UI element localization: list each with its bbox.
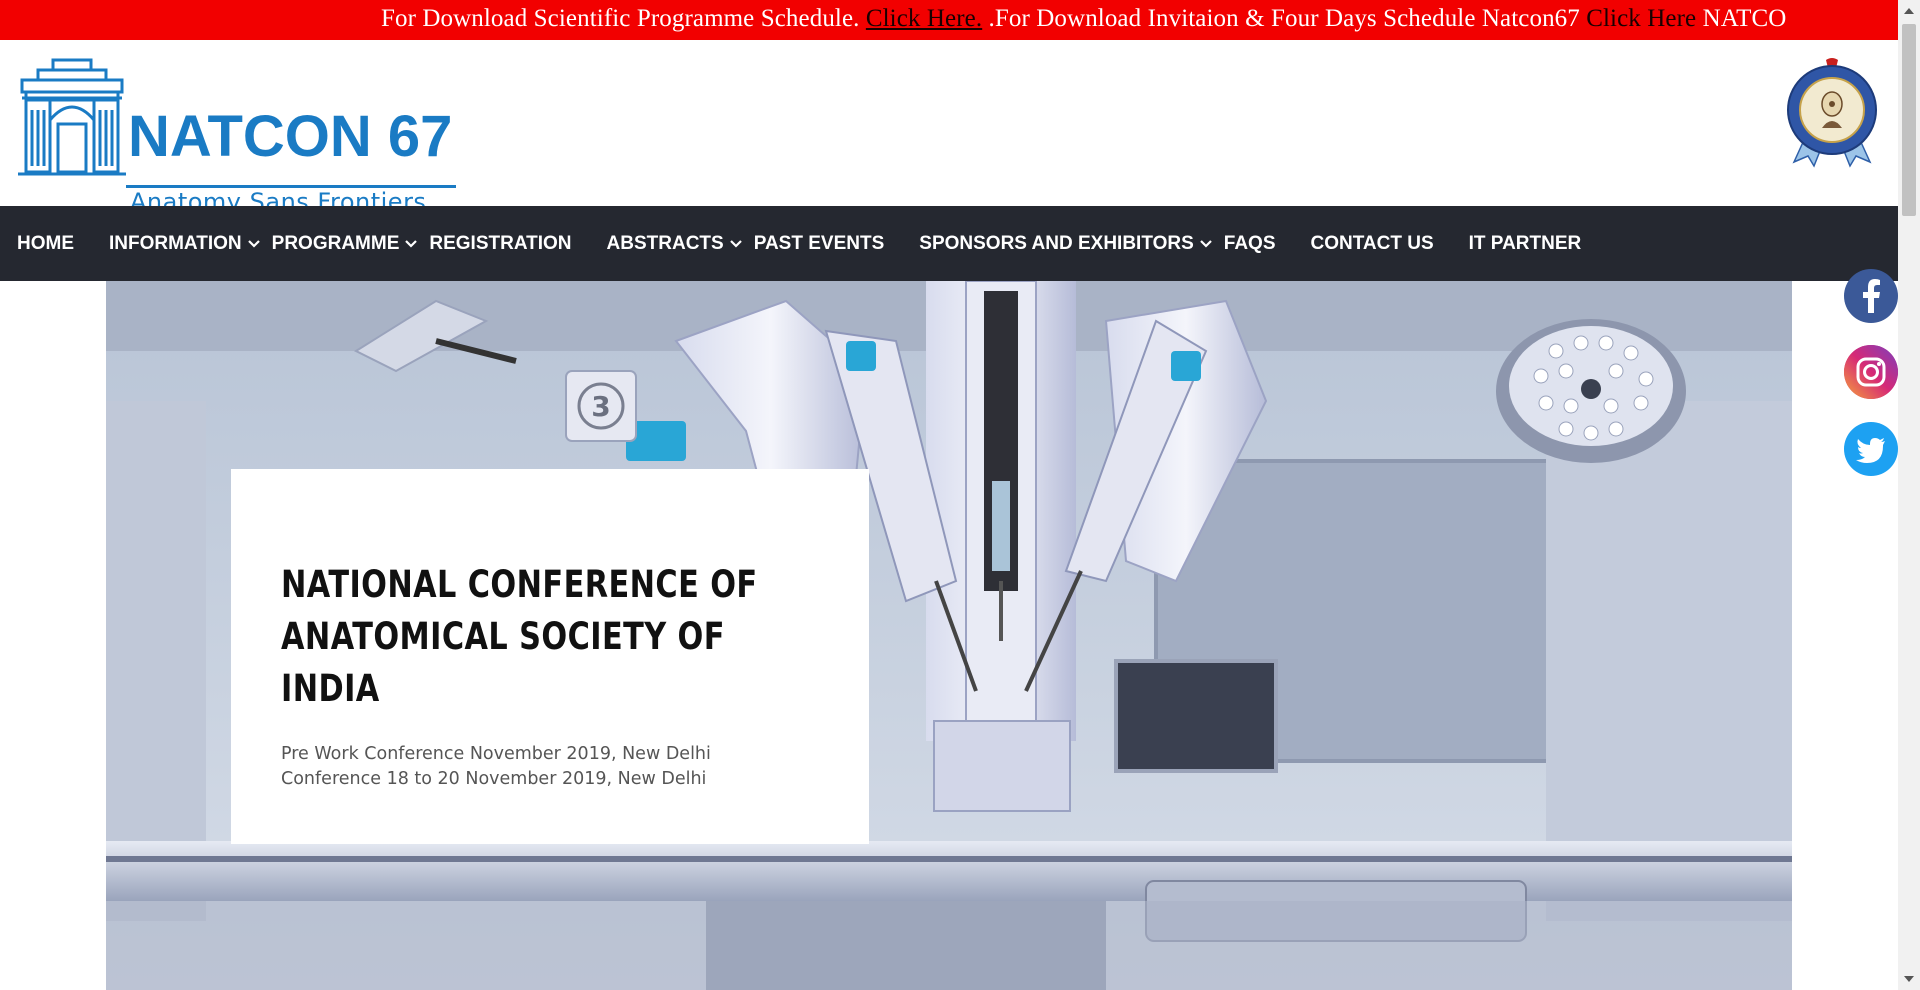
- nav-registration-label: REGISTRATION: [429, 232, 572, 254]
- nav-past-events[interactable]: PAST EVENTS: [754, 233, 885, 255]
- nav-programme-label: PROGRAMME: [271, 232, 400, 254]
- india-gate-icon: [18, 58, 126, 176]
- chevron-down-icon: [405, 239, 418, 248]
- nav-it-partner[interactable]: IT PARTNER: [1469, 233, 1582, 255]
- site-header: NATCON 67 Anatomy Sans Frontiers: [0, 40, 1898, 216]
- nav-sponsors[interactable]: SPONSORS AND EXHIBITORS: [919, 233, 1212, 255]
- nav-abstracts[interactable]: ABSTRACTS: [607, 233, 742, 255]
- nav-contact-us[interactable]: CONTACT US: [1311, 233, 1434, 255]
- page-scrollbar[interactable]: [1898, 0, 1920, 990]
- nav-home-label: HOME: [17, 232, 74, 254]
- arm-number-badge: 3: [591, 390, 610, 423]
- chevron-down-icon: [247, 239, 260, 248]
- nav-it-partner-label: IT PARTNER: [1468, 232, 1582, 254]
- nav-registration[interactable]: REGISTRATION: [429, 233, 571, 255]
- pre-work-conference-date: Pre Work Conference November 2019, New D…: [281, 744, 711, 764]
- nav-programme[interactable]: PROGRAMME: [272, 233, 418, 255]
- chevron-down-icon: [729, 239, 742, 248]
- nav-home[interactable]: HOME: [17, 233, 74, 255]
- nav-faqs[interactable]: FAQS: [1224, 233, 1276, 255]
- marquee-text-2: .For Download Invitaion & Four Days Sche…: [982, 5, 1587, 32]
- chevron-down-icon: [1199, 239, 1212, 248]
- scrollbar-thumb[interactable]: [1902, 24, 1916, 216]
- main-navigation: HOME INFORMATION PROGRAMME REGISTRATION …: [0, 206, 1898, 281]
- announcement-marquee: For Download Scientific Programme Schedu…: [0, 0, 1898, 40]
- marquee-text: For Download Scientific Programme Schedu…: [381, 5, 1786, 33]
- nav-abstracts-label: ABSTRACTS: [606, 232, 724, 254]
- download-invitation-link[interactable]: Click Here: [1586, 5, 1696, 32]
- nav-contact-us-label: CONTACT US: [1310, 232, 1434, 254]
- marquee-text-1: For Download Scientific Programme Schedu…: [381, 5, 866, 32]
- conference-title: NATIONAL CONFERENCE OF ANATOMICAL SOCIET…: [281, 563, 758, 710]
- download-schedule-link[interactable]: Click Here.: [866, 5, 982, 32]
- nav-faqs-label: FAQS: [1223, 232, 1276, 254]
- instagram-icon[interactable]: [1844, 345, 1898, 399]
- facebook-icon[interactable]: [1844, 269, 1898, 323]
- scroll-down-arrow-icon[interactable]: [1898, 968, 1920, 990]
- conference-date: Conference 18 to 20 November 2019, New D…: [281, 769, 707, 789]
- natcon-logo[interactable]: NATCON 67 Anatomy Sans Frontiers: [18, 58, 458, 216]
- scroll-up-arrow-icon[interactable]: [1898, 0, 1920, 22]
- nav-past-events-label: PAST EVENTS: [753, 232, 885, 254]
- twitter-icon[interactable]: [1844, 422, 1898, 476]
- hero-info-card: NATIONAL CONFERENCE OF ANATOMICAL SOCIET…: [231, 469, 869, 844]
- marquee-text-3: NATCO: [1696, 5, 1787, 32]
- nav-information-label: INFORMATION: [109, 232, 242, 254]
- nav-information[interactable]: INFORMATION: [109, 233, 260, 255]
- anatomical-society-seal: [1786, 58, 1878, 168]
- nav-sponsors-label: SPONSORS AND EXHIBITORS: [919, 232, 1194, 254]
- logo-title: NATCON 67: [128, 104, 453, 169]
